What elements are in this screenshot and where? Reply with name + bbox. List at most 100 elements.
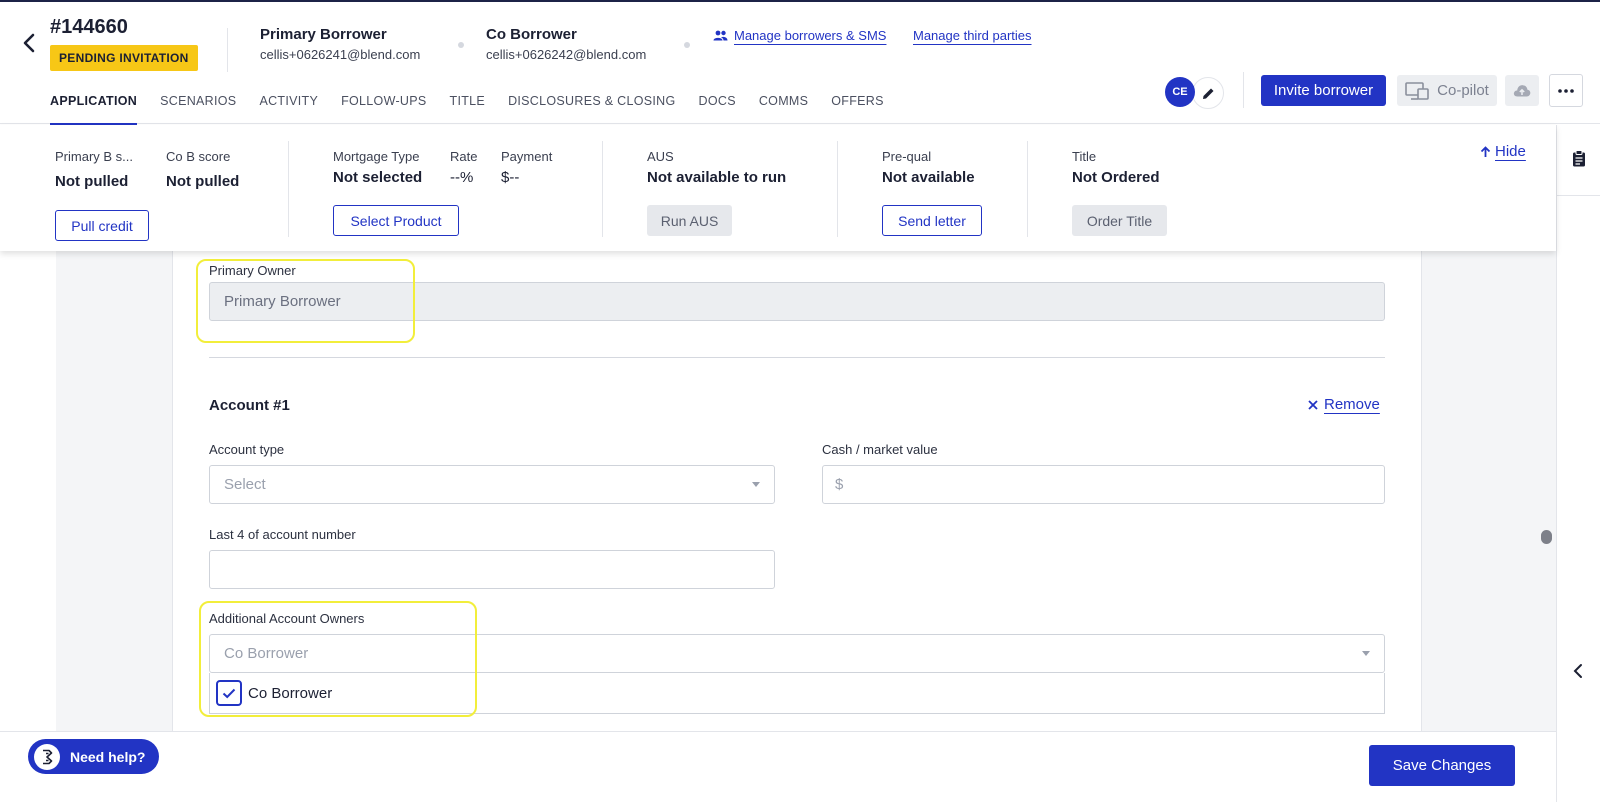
- payment-label: Payment: [501, 149, 553, 164]
- remove-label: Remove: [1324, 396, 1380, 413]
- account-type-label: Account type: [209, 442, 285, 457]
- arrow-up-icon: [1480, 145, 1491, 157]
- tab-follow-ups[interactable]: FOLLOW-UPS: [341, 94, 426, 126]
- need-help-label: Need help?: [70, 748, 146, 765]
- tab-comms[interactable]: COMMS: [759, 94, 808, 126]
- loan-summary-bar: Primary B s... Not pulled Co B score Not…: [0, 125, 1556, 251]
- send-letter-button[interactable]: Send letter: [882, 205, 982, 236]
- manage-third-parties-link[interactable]: Manage third parties: [913, 28, 1032, 43]
- co-borrower-name: Co Borrower: [486, 26, 577, 43]
- back-button[interactable]: [16, 30, 42, 56]
- co-borrower-option-label: Co Borrower: [248, 684, 333, 702]
- co-score-value: Not pulled: [166, 173, 240, 190]
- main-tabs: APPLICATION SCENARIOS ACTIVITY FOLLOW-UP…: [50, 94, 907, 126]
- order-title-button[interactable]: Order Title: [1072, 205, 1167, 236]
- additional-owners-select[interactable]: Co Borrower: [209, 634, 1385, 673]
- aus-value: Not available to run: [647, 169, 787, 186]
- primary-score-value: Not pulled: [55, 173, 129, 190]
- account-title: Account #1: [209, 397, 290, 414]
- co-score-label: Co B score: [166, 149, 231, 164]
- chevron-left-icon: [1573, 664, 1582, 678]
- additional-owners-placeholder: Co Borrower: [224, 645, 309, 662]
- save-changes-button[interactable]: Save Changes: [1369, 745, 1515, 786]
- left-gutter: [56, 251, 173, 731]
- close-icon: [1308, 399, 1318, 410]
- edit-assignee-button[interactable]: [1192, 77, 1224, 109]
- more-dots-icon: [1558, 88, 1574, 93]
- header-divider: [227, 28, 228, 72]
- cloud-upload-icon: [1513, 85, 1531, 97]
- last4-input[interactable]: [209, 550, 775, 589]
- primary-score-label: Primary B s...: [55, 149, 134, 164]
- invite-borrower-button[interactable]: Invite borrower: [1261, 75, 1386, 106]
- primary-owner-value: Primary Borrower: [224, 293, 341, 310]
- summary-divider: [288, 141, 289, 237]
- people-icon: [713, 30, 728, 41]
- tab-disclosures-closing[interactable]: DISCLOSURES & CLOSING: [508, 94, 675, 126]
- separator-dot: [458, 42, 464, 48]
- mortgage-type-label: Mortgage Type: [333, 149, 420, 164]
- co-borrower-checkbox[interactable]: [216, 680, 242, 706]
- remove-account-link[interactable]: Remove: [1308, 396, 1380, 413]
- hide-label: Hide: [1495, 143, 1526, 160]
- section-divider: [209, 357, 1385, 358]
- co-pilot-label: Co-pilot: [1437, 82, 1489, 99]
- expand-rail-button[interactable]: [1573, 663, 1583, 684]
- need-help-button[interactable]: Need help?: [28, 739, 159, 774]
- last4-label: Last 4 of account number: [209, 527, 356, 542]
- upload-button[interactable]: [1505, 75, 1539, 106]
- aus-label: AUS: [647, 149, 674, 164]
- account-type-select[interactable]: Select: [209, 465, 775, 504]
- help-logo-icon: [34, 743, 60, 770]
- manage-borrowers-link[interactable]: Manage borrowers & SMS: [713, 28, 886, 43]
- primary-owner-label: Primary Owner: [209, 263, 296, 278]
- right-rail: [1556, 125, 1600, 802]
- co-pilot-button[interactable]: Co-pilot: [1397, 75, 1497, 106]
- select-product-button[interactable]: Select Product: [333, 205, 459, 236]
- avatar[interactable]: CE: [1165, 77, 1195, 107]
- chevron-left-icon: [23, 33, 35, 53]
- pre-qual-value: Not available: [882, 169, 975, 186]
- app-header: #144660 PENDING INVITATION Primary Borro…: [0, 0, 1600, 126]
- rate-value: --%: [450, 169, 474, 186]
- right-gutter: [1421, 251, 1556, 731]
- cash-value-label: Cash / market value: [822, 442, 938, 457]
- account-type-placeholder: Select: [224, 476, 266, 493]
- more-options-button[interactable]: [1549, 74, 1583, 107]
- clipboard-icon: [1573, 150, 1585, 167]
- title-label: Title: [1072, 149, 1097, 164]
- owner-options-menu: Co Borrower: [209, 673, 1385, 714]
- run-aus-button[interactable]: Run AUS: [647, 205, 732, 236]
- tab-title[interactable]: TITLE: [450, 94, 486, 126]
- primary-owner-field: Primary Borrower: [209, 282, 1385, 321]
- rail-divider: [1557, 195, 1600, 196]
- caret-down-icon: [752, 482, 760, 487]
- rate-label: Rate: [450, 149, 478, 164]
- tab-offers[interactable]: OFFERS: [831, 94, 884, 126]
- cash-value-input[interactable]: $: [822, 465, 1385, 504]
- caret-down-icon: [1362, 651, 1370, 656]
- scrollbar-thumb[interactable]: [1541, 530, 1552, 544]
- pull-credit-button[interactable]: Pull credit: [55, 210, 149, 241]
- tab-application[interactable]: APPLICATION: [50, 94, 138, 126]
- payment-value: $--: [501, 169, 520, 186]
- manage-borrowers-label: Manage borrowers & SMS: [734, 28, 887, 43]
- additional-owners-label: Additional Account Owners: [209, 611, 365, 626]
- tab-docs[interactable]: DOCS: [699, 94, 736, 126]
- tab-scenarios[interactable]: SCENARIOS: [160, 94, 236, 126]
- checkmark-icon: [222, 688, 236, 698]
- hide-summary-link[interactable]: Hide: [1480, 143, 1526, 160]
- pencil-icon: [1202, 88, 1213, 99]
- primary-borrower-email: cellis+0626241@blend.com: [260, 47, 421, 62]
- summary-divider: [1027, 141, 1028, 237]
- co-borrower-email: cellis+0626242@blend.com: [486, 47, 647, 62]
- manage-third-parties-label: Manage third parties: [913, 28, 1032, 43]
- co-pilot-icon: [1405, 81, 1429, 100]
- primary-borrower-name: Primary Borrower: [260, 26, 387, 43]
- clipboard-button[interactable]: [1572, 150, 1586, 172]
- tab-activity[interactable]: ACTIVITY: [259, 94, 318, 126]
- title-value: Not Ordered: [1072, 169, 1160, 186]
- footer-bar: [0, 731, 1556, 802]
- pre-qual-label: Pre-qual: [882, 149, 932, 164]
- summary-divider: [602, 141, 603, 237]
